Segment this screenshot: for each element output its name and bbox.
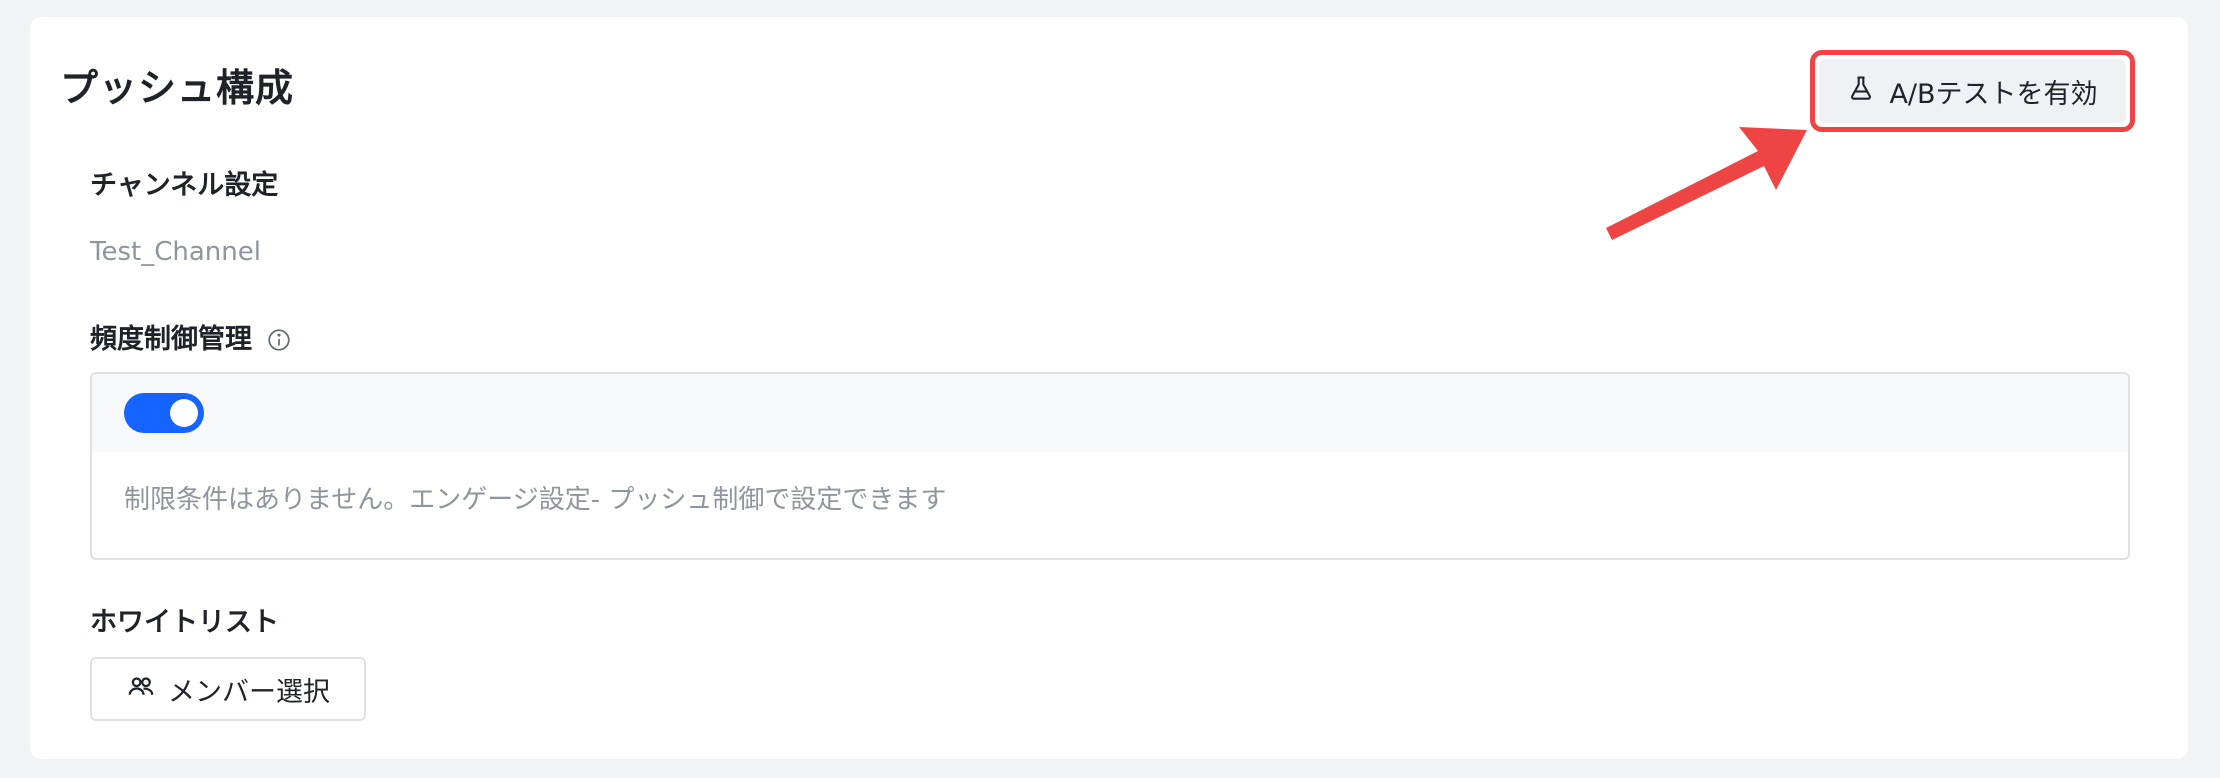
enable-ab-test-button[interactable]: A/Bテストを有効	[1819, 59, 2126, 123]
channel-settings-label: チャンネル設定	[90, 170, 279, 201]
toggle-knob	[170, 399, 198, 427]
frequency-control-panel: 制限条件はありません。エンゲージ設定- プッシュ制御で設定できます	[90, 372, 2130, 560]
whitelist-label: ホワイトリスト	[90, 607, 279, 638]
frequency-control-header: 頻度制御管理	[90, 322, 292, 358]
info-icon[interactable]	[266, 327, 292, 353]
frequency-control-label: 頻度制御管理	[90, 324, 252, 355]
users-icon	[126, 671, 156, 708]
frequency-control-panel-header	[92, 374, 2128, 452]
page-title: プッシュ構成	[60, 66, 295, 110]
enable-ab-test-label: A/Bテストを有効	[1889, 78, 2098, 110]
frequency-control-description: 制限条件はありません。エンゲージ設定- プッシュ制御で設定できます	[124, 485, 947, 515]
frequency-control-toggle[interactable]	[124, 393, 204, 433]
select-members-label: メンバー選択	[168, 676, 330, 708]
select-members-button[interactable]: メンバー選択	[90, 657, 366, 721]
flask-icon	[1847, 74, 1875, 109]
ab-test-highlight: A/Bテストを有効	[1810, 50, 2135, 132]
channel-value: Test_Channel	[90, 237, 261, 267]
